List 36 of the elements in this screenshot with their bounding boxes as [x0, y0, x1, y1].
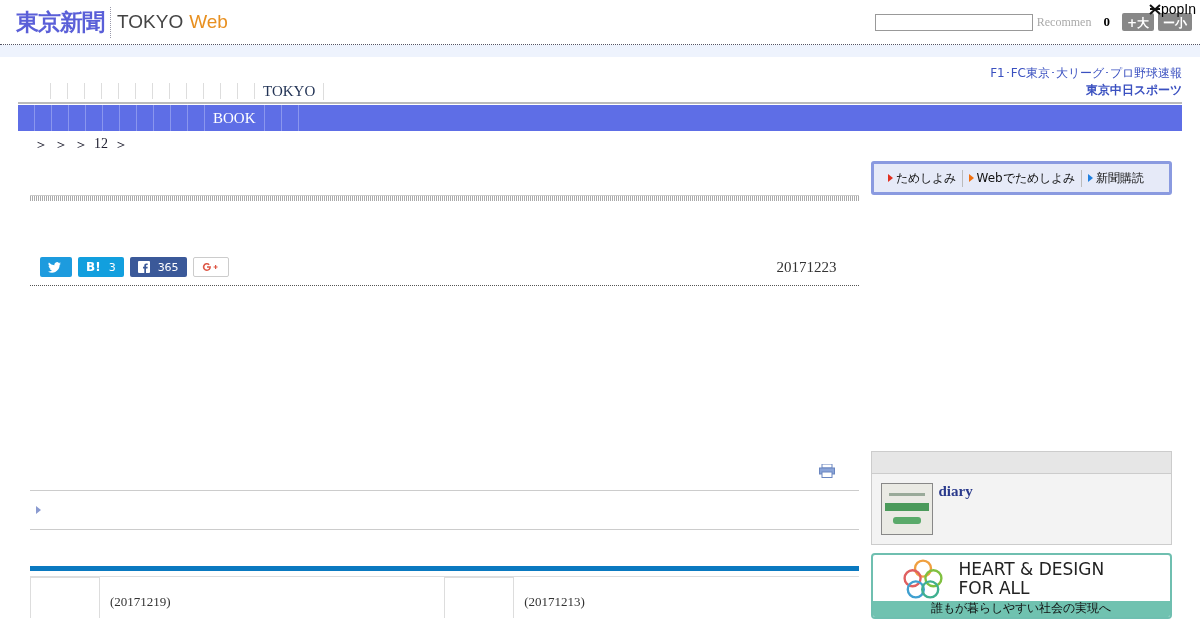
- subscribe-link[interactable]: 新聞購読: [1080, 169, 1150, 187]
- diary-link[interactable]: diary: [938, 483, 973, 535]
- related-date: (20171213): [524, 595, 585, 609]
- nav-link[interactable]: TOKYO: [255, 82, 325, 100]
- flower-logo-icon: [900, 559, 945, 599]
- search-field[interactable]: [874, 13, 1033, 31]
- nav-tab[interactable]: BOOK: [205, 105, 265, 131]
- share-button[interactable]: 365: [129, 257, 187, 277]
- ad-banner[interactable]: HEART & DESIGN FOR ALL 誰もが暮らしやすい社会の実現へ: [870, 553, 1172, 619]
- logo-text[interactable]: TOKYO: [117, 11, 184, 33]
- breadcrumb-item[interactable]: ＞: [114, 136, 128, 154]
- article-date: 20171223: [776, 258, 837, 276]
- breadcrumb-item[interactable]: ＞: [74, 136, 88, 154]
- banner-caption: 誰もが暮らしやすい社会の実現へ: [872, 601, 1170, 617]
- bird-icon: [48, 261, 61, 273]
- share-button[interactable]: [40, 257, 72, 277]
- gplus-icon: [201, 262, 220, 272]
- font-size-button[interactable]: +大: [1121, 13, 1154, 31]
- banner-headline: HEART & DESIGN: [958, 560, 1105, 579]
- print-icon[interactable]: [818, 464, 835, 478]
- hatena-mark: B!: [86, 260, 101, 274]
- count-label: 0: [1103, 14, 1110, 30]
- f-icon: [137, 261, 150, 273]
- breadcrumb-item[interactable]: ＞: [54, 136, 68, 154]
- sports-ad-link[interactable]: 東京中日スポーツ: [1086, 82, 1182, 99]
- breadcrumb-item[interactable]: ＞: [34, 136, 48, 154]
- arrow-icon: [36, 506, 41, 514]
- logo-kanji[interactable]: 東京新聞: [16, 6, 111, 38]
- subscribe-link[interactable]: Webでためしよみ: [961, 169, 1081, 187]
- sports-ad-text[interactable]: F1･FC東京･大リーグ･プロ野球速報: [990, 65, 1182, 82]
- related-date: (20171219): [110, 595, 171, 609]
- recommend-label: Recommen: [1036, 14, 1092, 30]
- banner-headline: FOR ALL: [958, 579, 1031, 598]
- breadcrumb-item[interactable]: 12: [94, 136, 108, 154]
- subscribe-link[interactable]: ためしよみ: [881, 169, 962, 187]
- share-button[interactable]: [192, 257, 229, 277]
